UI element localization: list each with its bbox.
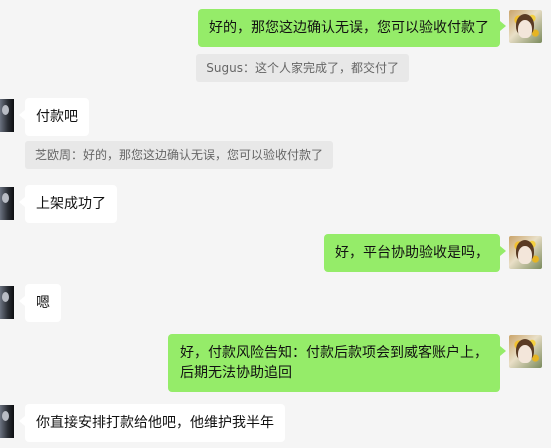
- message-bubble-outgoing[interactable]: 好，付款风险告知：付款后款项会到威客账户上， 后期无法协助追回: [168, 334, 506, 392]
- my-avatar[interactable]: [509, 236, 542, 269]
- message-text-line-1: 好，付款风险告知：付款后款项会到威客账户上，: [180, 345, 488, 361]
- message-text: 你直接安排打款给他吧，他维护我半年: [36, 415, 274, 431]
- quoted-message[interactable]: Sugus：这个人家完成了，都交付了: [196, 54, 409, 82]
- message-text: 好，平台协助验收是吗，: [335, 245, 489, 261]
- quoted-message[interactable]: 芝欧周：好的，那您这边确认无误，您可以验收付款了: [25, 141, 334, 169]
- contact-avatar[interactable]: [0, 286, 14, 319]
- message-text: 嗯: [36, 295, 50, 311]
- message-text: 付款吧: [36, 109, 78, 125]
- message-text: 上架成功了: [36, 196, 106, 212]
- quote-text: 芝欧周：好的，那您这边确认无误，您可以验收付款了: [35, 148, 324, 162]
- message-bubble-outgoing[interactable]: 好，平台协助验收是吗，: [324, 234, 506, 272]
- my-avatar[interactable]: [509, 335, 542, 368]
- message-bubble-incoming[interactable]: 嗯: [19, 284, 61, 322]
- message-bubble-outgoing[interactable]: 好的，那您这边确认无误，您可以验收付款了: [198, 9, 506, 47]
- message-bubble-incoming[interactable]: 上架成功了: [19, 185, 117, 223]
- message-text-line-2: 后期无法协助追回: [180, 365, 292, 381]
- contact-avatar[interactable]: [0, 405, 14, 438]
- quote-text: Sugus：这个人家完成了，都交付了: [206, 61, 399, 75]
- contact-avatar[interactable]: [0, 187, 14, 220]
- message-bubble-incoming[interactable]: 你直接安排打款给他吧，他维护我半年: [19, 404, 285, 442]
- message-bubble-incoming[interactable]: 付款吧: [19, 98, 89, 136]
- contact-avatar[interactable]: [0, 99, 14, 132]
- message-text: 好的，那您这边确认无误，您可以验收付款了: [209, 20, 489, 36]
- chat-window: 好的，那您这边确认无误，您可以验收付款了 Sugus：这个人家完成了，都交付了 …: [0, 0, 551, 448]
- my-avatar[interactable]: [509, 10, 542, 43]
